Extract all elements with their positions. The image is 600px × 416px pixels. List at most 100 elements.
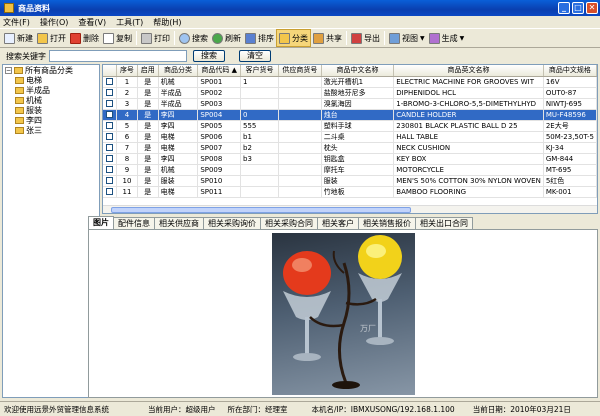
table-row[interactable]: 1 是机械 SP001 1 激光开槽机1 ELECTRIC MACHINE FOR GRO…: [103, 76, 597, 88]
row-cn-spec: MT-695: [543, 164, 597, 176]
menu-view[interactable]: 查看(V): [78, 17, 106, 28]
table-row[interactable]: 11 是电梯 SP011 竹地板 BAMBOO FLOORING MK-001: [103, 186, 597, 198]
print-button[interactable]: 打印: [139, 29, 172, 47]
row-checkbox[interactable]: [106, 188, 114, 195]
collapse-icon[interactable]: −: [5, 66, 12, 74]
col-header-code[interactable]: 商品代码 ▲: [197, 65, 242, 77]
status-dept: 经理室: [265, 404, 288, 414]
category-button[interactable]: 分类: [276, 29, 311, 47]
table-row[interactable]: 7 是电梯 SP007 b2 枕头 NECK CUSHION KJ-34: [103, 142, 597, 154]
row-checkbox[interactable]: [106, 166, 114, 173]
row-cn-spec: 16V: [543, 76, 597, 88]
copy-button[interactable]: 复制: [101, 29, 134, 47]
new-button[interactable]: 新建: [2, 29, 35, 47]
search-input[interactable]: [49, 50, 187, 62]
row-cn-name: 枕头: [321, 142, 395, 154]
tree-item-semifinished[interactable]: 半成品: [3, 85, 99, 95]
menu-file[interactable]: 文件(F): [3, 17, 30, 28]
tab-purchase-contract[interactable]: 相关采购合同: [260, 217, 318, 229]
tab-parts[interactable]: 配件信息: [113, 217, 155, 229]
table-row[interactable]: 10 是服装 SP010 服装 MEN'S 50% COTTON 30% NYLON W…: [103, 175, 597, 187]
row-checkbox[interactable]: [106, 144, 114, 151]
clear-button[interactable]: 清空: [239, 50, 271, 62]
row-checkbox-cell: [103, 175, 118, 187]
maximize-button[interactable]: □: [572, 2, 584, 14]
col-header-en-name[interactable]: 商品英文名称: [393, 65, 544, 77]
category-tree: − 所有商品分类 电梯 半成品 机械 服装 李四 张三: [2, 64, 100, 398]
table-row[interactable]: 9 是机械 SP009 摩托车 MOTORCYCLE MT-695: [103, 164, 597, 176]
search-button[interactable]: 搜索: [177, 29, 210, 47]
table-row[interactable]: 4 是李四 SP004 0 烛台 CANDLE HOLDER MU-F48596: [103, 109, 597, 121]
tree-item-machinery[interactable]: 机械: [3, 95, 99, 105]
menu-help[interactable]: 帮助(H): [153, 17, 181, 28]
share-button[interactable]: 共享: [311, 29, 344, 47]
delete-button[interactable]: 删除: [68, 29, 101, 47]
row-checkbox[interactable]: [106, 177, 114, 184]
col-header-cn-name[interactable]: 商品中文名称: [321, 65, 395, 77]
tab-customers[interactable]: 相关客户: [317, 217, 359, 229]
table-row[interactable]: 5 是李四 SP005 555 塑料手球 230801 BLACK PLASTIC BAL…: [103, 120, 597, 132]
row-no: 9: [116, 164, 138, 176]
folder-icon: [15, 116, 24, 124]
close-button[interactable]: ✕: [586, 2, 598, 14]
col-header-category[interactable]: 商品分类: [158, 65, 199, 77]
col-header-customer-no[interactable]: 客户货号: [240, 65, 280, 77]
table-row[interactable]: 2 是半成品 SP002 盐酸地芬尼多 DIPHENIDOL HCL OUT0-87: [103, 87, 597, 99]
status-dept-label: 所在部门：: [227, 404, 266, 414]
menu-tools[interactable]: 工具(T): [116, 17, 143, 28]
search-submit-button[interactable]: 搜索: [193, 50, 225, 62]
tab-purchase-inquiry[interactable]: 相关采购询价: [203, 217, 261, 229]
row-checkbox[interactable]: [106, 89, 114, 96]
row-checkbox-cell: [103, 76, 118, 88]
menu-operate[interactable]: 操作(O): [40, 17, 69, 28]
open-button[interactable]: 打开: [35, 29, 68, 47]
minimize-button[interactable]: _: [558, 2, 570, 14]
tab-suppliers[interactable]: 相关供应商: [154, 217, 204, 229]
generate-button[interactable]: 生成 ▼: [427, 29, 467, 47]
row-checkbox-cell: [103, 131, 118, 143]
col-header-enabled[interactable]: 启用: [137, 65, 159, 77]
export-button[interactable]: 导出: [349, 29, 382, 47]
tree-item-clothing[interactable]: 服装: [3, 105, 99, 115]
col-header-cn-spec[interactable]: 商品中文规格: [543, 65, 597, 77]
row-category: 半成品: [158, 98, 199, 110]
row-enabled: 是: [137, 186, 159, 198]
row-code: SP006: [197, 131, 242, 143]
tree-item-zhangsan[interactable]: 张三: [3, 125, 99, 135]
view-button[interactable]: 视图 ▼: [387, 29, 427, 47]
row-checkbox[interactable]: [106, 133, 114, 140]
folder-icon: [15, 96, 24, 104]
tree-root[interactable]: − 所有商品分类: [3, 65, 99, 75]
row-checkbox[interactable]: [106, 122, 114, 129]
tree-item-lisi[interactable]: 李四: [3, 115, 99, 125]
row-no: 6: [116, 131, 138, 143]
col-header-no[interactable]: 序号: [116, 65, 138, 77]
tree-item-elevator[interactable]: 电梯: [3, 75, 99, 85]
row-enabled: 是: [137, 76, 159, 88]
row-cn-spec: 2E大号: [543, 120, 597, 132]
table-row[interactable]: 3 是半成品 SP003 溴氯海因 1-BROMO-3-CHLORO-5,5-DIMET…: [103, 98, 597, 110]
scrollbar-thumb[interactable]: [111, 207, 411, 213]
tab-image[interactable]: 图片: [88, 216, 114, 229]
row-checkbox-cell: [103, 142, 118, 154]
horizontal-scrollbar[interactable]: [103, 205, 597, 213]
row-cn-name: 服装: [321, 175, 395, 187]
row-en-name: KEY BOX: [393, 153, 544, 165]
col-header-select[interactable]: [103, 65, 118, 77]
row-checkbox[interactable]: [106, 78, 114, 85]
refresh-button[interactable]: 刷新: [210, 29, 243, 47]
row-category: 李四: [158, 120, 199, 132]
folder-icon: [15, 106, 24, 114]
share-icon: [313, 32, 324, 44]
row-checkbox[interactable]: [106, 100, 114, 107]
toolbar-separator: [136, 31, 137, 45]
row-checkbox[interactable]: [106, 155, 114, 162]
row-checkbox[interactable]: [106, 111, 114, 118]
col-header-supplier-no[interactable]: 供应商货号: [278, 65, 322, 77]
menu-bar: 文件(F) 操作(O) 查看(V) 工具(T) 帮助(H): [0, 16, 600, 28]
tab-sales-quote[interactable]: 相关销售报价: [358, 217, 416, 229]
table-row[interactable]: 8 是李四 SP008 b3 钥匙盒 KEY BOX GM-844: [103, 153, 597, 165]
tab-export-contract[interactable]: 相关出口合同: [415, 217, 473, 229]
sort-button[interactable]: 排序: [243, 29, 276, 47]
table-row[interactable]: 6 是电梯 SP006 b1 二斗桌 HALL TABLE 50M-23,50T-5: [103, 131, 597, 143]
